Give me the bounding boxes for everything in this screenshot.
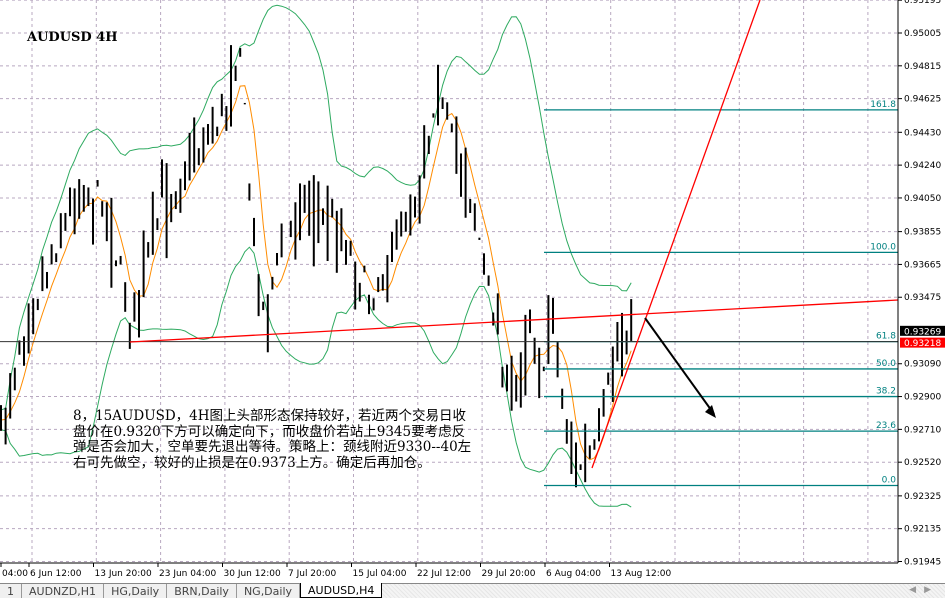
price-axis-label: 0.92710: [904, 425, 941, 435]
scroll-left-icon[interactable]: ◀: [909, 584, 924, 594]
tab-audusd-h4[interactable]: AUDUSD,H4: [300, 583, 383, 598]
fib-level-label: 100.0: [870, 242, 896, 252]
tab-1[interactable]: 1: [0, 584, 22, 598]
tab-audnzd-h1[interactable]: AUDNZD,H1: [22, 584, 105, 598]
price-axis-label: 0.95195: [904, 0, 941, 6]
time-axis-label: 6 Jun 12:00: [30, 569, 82, 579]
time-axis-label: 22 Jul 12:00: [417, 569, 471, 579]
time-axis-label: 13 Aug 12:00: [611, 569, 672, 579]
price-axis-label: 0.92900: [904, 393, 941, 403]
time-axis-label: 6 Aug 04:00: [546, 569, 601, 579]
neckline: [129, 299, 899, 343]
arrow-line: [644, 317, 715, 415]
time-axis-label: 15 Jul 04:00: [353, 569, 407, 579]
price-axis-label: 0.92520: [904, 458, 941, 468]
price-axis-label: 0.94430: [904, 128, 941, 138]
fib-level-label: 161.8: [870, 100, 896, 110]
arrow-head-icon: [705, 405, 716, 418]
bid-price-label: 0.93218: [904, 339, 941, 349]
chart-grid: [0, 0, 898, 563]
price-axis: 0.95195 0.95005 0.94815 0.94625 0.94430 0.942…: [897, 0, 945, 567]
price-axis-label: 0.92325: [904, 492, 941, 502]
scroll-right-icon[interactable]: ▶: [924, 584, 939, 594]
price-axis-label: 0.94050: [904, 194, 941, 204]
fib-level-label: 50.0: [876, 359, 896, 369]
time-axis-label: 13 Jun 20:00: [95, 569, 152, 579]
tab-ng-daily[interactable]: NG,Daily: [236, 584, 301, 598]
fib-level-label: 23.6: [876, 421, 896, 431]
time-axis-label: 29 Jul 20:00: [482, 569, 536, 579]
fib-level-label: 61.8: [876, 332, 896, 342]
fib-level-label: 0.0: [882, 476, 897, 486]
price-axis-label: 0.94625: [904, 95, 941, 105]
price-axis-label: 0.93090: [904, 360, 941, 370]
chart-tabs: 1 AUDNZD,H1 HG,Daily BRN,Daily NG,Daily …: [0, 583, 945, 598]
moving-average-line: [0, 85, 632, 461]
chart-title-label: AUDUSD 4H: [27, 30, 118, 45]
time-axis-label: 7 Jul 20:00: [288, 569, 337, 579]
price-axis-label: 0.91945: [904, 557, 941, 567]
time-axis-label: 23 Jun 04:00: [159, 569, 216, 579]
analysis-note: 8，15AUDUSD，4H图上头部形态保持较好，若近两个交易日收盘价在0.932…: [73, 408, 472, 471]
ask-price-label: 0.93269: [904, 327, 941, 337]
price-axis-label: 0.94815: [904, 62, 941, 72]
price-chart[interactable]: 161.8100.061.850.038.223.60.0 0.951950.9…: [0, 0, 945, 582]
price-axis-label: 0.92135: [904, 525, 941, 535]
time-axis-label: 04:00: [2, 569, 28, 579]
price-axis-label: 0.95005: [904, 29, 941, 39]
fib-level-label: 38.2: [876, 387, 896, 397]
price-axis-label: 0.93855: [904, 228, 941, 238]
price-axis-label: 0.93665: [904, 260, 941, 270]
price-axis-label: 0.93475: [904, 293, 941, 303]
time-axis-label: 30 Jun 12:00: [224, 569, 281, 579]
price-axis-label: 0.94240: [904, 161, 941, 171]
trendline: [591, 0, 761, 469]
tab-scroll-arrows[interactable]: ◀▶: [909, 584, 939, 595]
time-axis: 04:00 6 Jun 12:00 13 Jun 20:00 23 Jun 04:00…: [0, 562, 898, 579]
tab-brn-daily[interactable]: BRN,Daily: [167, 584, 237, 598]
tab-hg-daily[interactable]: HG,Daily: [104, 584, 168, 598]
